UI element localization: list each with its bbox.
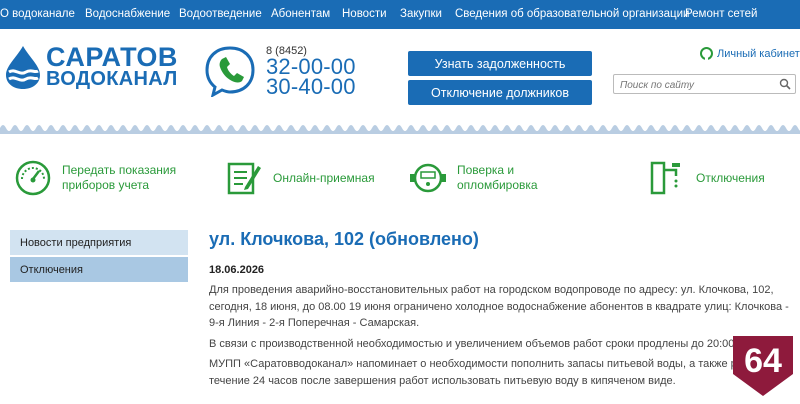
debtor-disconnection-button[interactable]: Отключение должников <box>408 80 592 105</box>
search-input[interactable] <box>614 76 774 95</box>
wave-divider <box>0 122 800 134</box>
nav-item-procurement[interactable]: Закупки <box>400 8 442 20</box>
check-debt-button[interactable]: Узнать задолженность <box>408 51 592 76</box>
personal-account-link[interactable]: Личный кабинет <box>700 47 800 60</box>
logo-text-bottom: ВОДОКАНАЛ <box>46 68 178 90</box>
service-online-reception[interactable]: Онлайн-приемная <box>225 159 375 197</box>
site-logo[interactable]: САРАТОВ ВОДОКАНАЛ <box>0 42 190 94</box>
service-submit-readings[interactable]: Передать показания приборов учета <box>14 159 176 197</box>
region-64-badge[interactable]: 64 <box>731 332 795 398</box>
top-navigation: О водоканале Водоснабжение Водоотведение… <box>0 0 800 29</box>
article-date: 18.06.2026 <box>209 264 265 276</box>
service-outages-label: Отключения <box>696 170 765 185</box>
site-search <box>613 74 796 95</box>
article-paragraph-3: МУПП «Саратовводоканал» напоминает о нео… <box>209 358 762 387</box>
water-meter-icon <box>410 163 446 193</box>
user-icon <box>700 47 713 60</box>
document-pen-icon <box>227 162 261 195</box>
nav-item-education-info[interactable]: Сведения об образовательной организации <box>455 8 689 20</box>
badge-text: 64 <box>744 342 782 380</box>
article-paragraph-2: В связи с производственной необходимость… <box>209 338 759 350</box>
meter-gauge-icon <box>15 160 51 196</box>
service-verification-label: Поверка и опломбировка <box>457 163 538 192</box>
service-outages[interactable]: Отключения <box>648 159 765 197</box>
service-verification[interactable]: Поверка и опломбировка <box>409 159 538 197</box>
sidebar-item-outages[interactable]: Отключения <box>10 257 188 282</box>
nav-item-water-supply[interactable]: Водоснабжение <box>85 8 170 20</box>
search-icon[interactable] <box>779 78 791 90</box>
nav-item-sewerage[interactable]: Водоотведение <box>179 8 262 20</box>
nav-item-subscribers[interactable]: Абонентам <box>271 8 330 20</box>
service-online-reception-label: Онлайн-приемная <box>273 170 375 185</box>
article-paragraph-1: Для проведения аварийно-восстановительны… <box>209 284 789 329</box>
sidebar-item-company-news[interactable]: Новости предприятия <box>10 230 188 255</box>
phone-number-2[interactable]: 30-40-00 <box>266 74 356 100</box>
water-drop-logo-icon <box>6 46 40 89</box>
phone-handset-icon <box>205 46 255 97</box>
nav-item-network-repair[interactable]: Ремонт сетей <box>685 8 757 20</box>
faucet-icon <box>650 161 680 195</box>
service-submit-readings-label: Передать показания приборов учета <box>62 163 177 192</box>
nav-item-about[interactable]: О водоканале <box>0 8 75 20</box>
personal-account-label: Личный кабинет <box>717 47 800 60</box>
article-title: ул. Клочкова, 102 (обновлено) <box>209 229 479 249</box>
nav-item-news[interactable]: Новости <box>342 8 387 20</box>
